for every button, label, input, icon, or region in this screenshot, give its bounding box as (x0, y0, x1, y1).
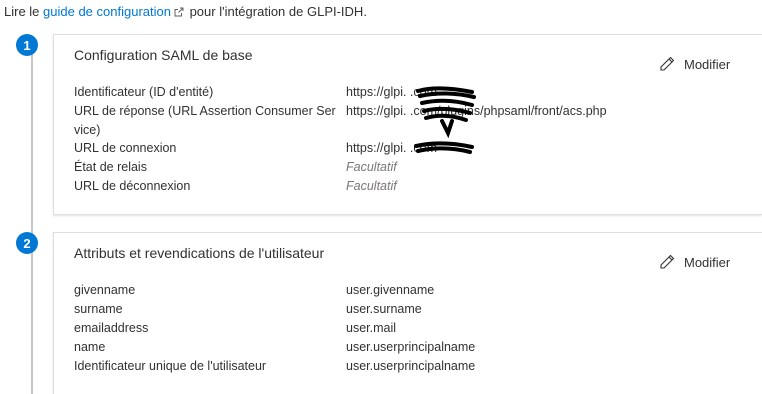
card-title: Attributs et revendications de l'utilisa… (74, 245, 325, 261)
saml-configuration-page: Lire le guide de configuration pour l'in… (0, 0, 762, 394)
row-label: name (74, 340, 106, 354)
row-label: surname (74, 302, 123, 316)
card-title: Configuration SAML de base (74, 47, 253, 63)
edit-attributes-button[interactable]: Modifier (658, 253, 730, 271)
pencil-icon (660, 254, 675, 269)
edit-label: Modifier (684, 56, 731, 72)
row-value: user.givenname (346, 283, 435, 297)
pencil-icon (660, 56, 675, 71)
row-label: emailaddress (74, 321, 149, 335)
steps-timeline (31, 54, 33, 394)
row-label: givenname (74, 283, 136, 297)
edit-label: Modifier (684, 254, 731, 270)
row-value: user.surname (346, 302, 422, 316)
step-2-badge: 2 (16, 232, 38, 254)
saml-row-reply-url: URL de réponse (URL Assertion Consumer S… (74, 102, 754, 140)
row-value: Facultatif (346, 160, 397, 174)
intro-prefix: Lire le (4, 4, 44, 19)
row-label: Identificateur (ID d'entité) (74, 85, 214, 99)
row-label: État de relais (74, 160, 147, 174)
row-label: URL de connexion (74, 141, 177, 155)
row-label: Identificateur unique de l'utilisateur (74, 359, 267, 373)
row-label: URL de réponse (URL Assertion Consumer S… (74, 104, 336, 137)
intro-text: Lire le guide de configuration pour l'in… (4, 4, 367, 19)
basic-saml-configuration-card: Configuration SAML de base Modifier Iden… (53, 34, 762, 215)
row-value: user.userprincipalname (346, 340, 476, 354)
configuration-guide-link[interactable]: guide de configuration (43, 4, 171, 19)
intro-suffix: pour l'intégration de GLPI-IDH. (185, 4, 367, 19)
row-value: user.mail (346, 321, 397, 335)
row-value: https://glpi. .com/plugins/phpsaml/front… (346, 104, 607, 118)
user-attributes-claims-card: Attributs et revendications de l'utilisa… (53, 232, 762, 394)
row-label: URL de déconnexion (74, 179, 191, 193)
edit-basic-saml-button[interactable]: Modifier (658, 55, 730, 73)
row-value: https://glpi. .com (346, 85, 438, 99)
step-1-badge: 1 (16, 34, 38, 56)
row-value: Facultatif (346, 179, 397, 193)
external-link-icon[interactable] (174, 5, 184, 17)
row-value: user.userprincipalname (346, 359, 476, 373)
row-value: https://glpi. .com (346, 141, 438, 155)
